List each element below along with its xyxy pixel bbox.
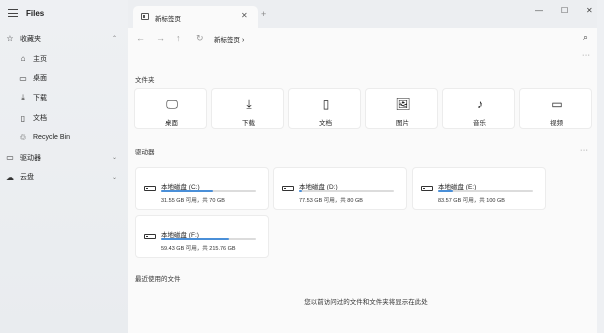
desktop-icon: 🖵 — [166, 96, 178, 111]
cloud-icon: ☁ — [6, 172, 14, 182]
download-icon: ⤓ — [246, 96, 252, 111]
close-icon[interactable]: ✕ — [241, 11, 248, 20]
sidebar-item-label: 驱动器 — [20, 154, 41, 162]
folder-card-documents[interactable]: ▯ 文档 — [288, 88, 361, 129]
folder-label: 文档 — [319, 120, 332, 127]
recycle-bin-icon: ♲ — [19, 133, 27, 143]
sidebar-item-downloads[interactable]: ⤓ 下载 — [0, 88, 128, 108]
breadcrumb-item[interactable]: 新标签页 — [214, 37, 240, 44]
sidebar-item-cloud[interactable]: ☁ 云盘 ⌄ — [0, 168, 128, 188]
home-content: ··· 文件夹 🖵 桌面 ⤓ 下载 ▯ 文档 🖼 图片 ♪ 音乐 ▭ 视频 驱动… — [128, 50, 604, 333]
window-edge — [597, 0, 604, 333]
files-window: Files ☆ 收藏夹 ⌃ ⌂ 主页 ▭ 桌面 ⤓ 下载 ▯ 文档 ♲ Recy… — [0, 0, 604, 333]
sidebar-item-drives[interactable]: ▭ 驱动器 ⌄ — [0, 148, 128, 168]
chevron-down-icon[interactable]: ⌄ — [112, 154, 117, 161]
drive-usage-bar — [161, 238, 256, 240]
folder-label: 下载 — [242, 120, 255, 127]
folder-label: 图片 — [396, 120, 409, 127]
sidebar-item-label: 桌面 — [33, 75, 47, 83]
recent-files-section-title: 最近使用的文件 — [135, 276, 181, 283]
sidebar-item-label: Recycle Bin — [33, 134, 70, 142]
drive-icon — [144, 234, 156, 239]
sidebar-item-label: 文档 — [33, 115, 47, 123]
drive-usage-bar — [438, 190, 533, 192]
app-title: Files — [26, 9, 45, 18]
sidebar-item-label: 下载 — [33, 95, 47, 103]
main-pane: 新标签页 ✕ + — ☐ ✕ ← → ↑ ↻ 新标签页 › ⌕ ··· 文件夹 🖵 — [128, 0, 604, 333]
address-bar: ← → ↑ ↻ 新标签页 › ⌕ — [128, 28, 604, 50]
drive-usage-bar — [299, 190, 394, 192]
document-icon: ▯ — [20, 113, 26, 123]
sidebar-item-home[interactable]: ⌂ 主页 — [0, 49, 128, 69]
drive-card-d[interactable]: 本地磁盘 (D:) 77.53 GB 可用，共 80 GB — [273, 167, 407, 210]
sidebar-item-favorites[interactable]: ☆ 收藏夹 ⌃ — [0, 29, 128, 49]
add-tab-button[interactable]: + — [261, 9, 266, 19]
desktop-icon: ▭ — [19, 73, 27, 83]
drive-usage-fill — [161, 190, 214, 192]
tab-label: 新标签页 — [155, 16, 181, 23]
folder-card-videos[interactable]: ▭ 视频 — [519, 88, 592, 129]
up-button[interactable]: ↑ — [176, 33, 181, 43]
sidebar-item-label: 云盘 — [20, 174, 34, 182]
drives-section-title: 驱动器 — [135, 149, 155, 156]
sidebar-item-recycle-bin[interactable]: ♲ Recycle Bin — [0, 128, 128, 148]
drive-usage-fill — [299, 190, 302, 192]
refresh-button[interactable]: ↻ — [196, 33, 204, 44]
folder-card-downloads[interactable]: ⤓ 下载 — [211, 88, 284, 129]
drive-usage-bar — [161, 190, 256, 192]
drive-space: 83.57 GB 可用，共 100 GB — [438, 198, 505, 204]
chevron-down-icon[interactable]: ⌄ — [112, 174, 117, 181]
drive-space: 59.43 GB 可用，共 215.76 GB — [161, 246, 236, 252]
more-options-button[interactable]: ··· — [580, 147, 589, 154]
folders-section-title: 文件夹 — [135, 77, 155, 84]
drive-usage-fill — [161, 238, 230, 240]
breadcrumb[interactable]: 新标签页 › — [214, 34, 244, 44]
drive-icon — [282, 186, 294, 191]
back-button[interactable]: ← — [136, 33, 145, 43]
sidebar-item-label: 主页 — [33, 55, 47, 63]
drive-space: 77.53 GB 可用，共 80 GB — [299, 198, 363, 204]
drive-icon — [421, 186, 433, 191]
folder-label: 音乐 — [473, 120, 486, 127]
chevron-right-icon[interactable]: › — [242, 37, 244, 44]
drive-usage-fill — [438, 190, 454, 192]
more-options-button[interactable]: ··· — [582, 52, 591, 59]
folder-label: 视频 — [550, 120, 563, 127]
home-icon: ⌂ — [20, 54, 26, 64]
chevron-up-icon[interactable]: ⌃ — [112, 35, 117, 42]
sidebar-item-desktop[interactable]: ▭ 桌面 — [0, 69, 128, 89]
search-icon[interactable]: ⌕ — [583, 32, 588, 43]
drive-card-c[interactable]: 本地磁盘 (C:) 31.55 GB 可用，共 70 GB — [135, 167, 269, 210]
sidebar-header: Files — [0, 0, 128, 28]
video-icon: ▭ — [551, 97, 563, 111]
sidebar-item-label: 收藏夹 — [20, 35, 41, 43]
forward-button[interactable]: → — [156, 33, 165, 43]
recent-files-empty-message: 您以前访问过的文件和文件夹将显示在此处 — [304, 299, 428, 306]
drive-icon: ▭ — [6, 153, 14, 163]
drive-card-e[interactable]: 本地磁盘 (E:) 83.57 GB 可用，共 100 GB — [412, 167, 546, 210]
music-icon: ♪ — [477, 97, 483, 111]
sidebar-nav: ☆ 收藏夹 ⌃ ⌂ 主页 ▭ 桌面 ⤓ 下载 ▯ 文档 ♲ Recycle Bi… — [0, 29, 128, 187]
sidebar-item-documents[interactable]: ▯ 文档 — [0, 108, 128, 128]
minimize-button[interactable]: — — [535, 6, 543, 15]
close-button[interactable]: ✕ — [586, 6, 593, 15]
drive-space: 31.55 GB 可用，共 70 GB — [161, 198, 225, 204]
folder-card-music[interactable]: ♪ 音乐 — [442, 88, 515, 129]
folder-card-pictures[interactable]: 🖼 图片 — [365, 88, 438, 129]
sidebar: Files ☆ 收藏夹 ⌃ ⌂ 主页 ▭ 桌面 ⤓ 下载 ▯ 文档 ♲ Recy… — [0, 0, 128, 333]
picture-icon: 🖼 — [395, 97, 411, 111]
drive-icon — [144, 186, 156, 191]
tab-bar: 新标签页 ✕ + — ☐ ✕ — [128, 0, 604, 28]
hamburger-menu-icon[interactable] — [8, 9, 18, 17]
folder-label: 桌面 — [165, 120, 178, 127]
tab-new-tab[interactable]: 新标签页 ✕ — [133, 6, 258, 28]
drive-card-f[interactable]: 本地磁盘 (F:) 59.43 GB 可用，共 215.76 GB — [135, 215, 269, 258]
download-icon: ⤓ — [21, 93, 25, 103]
folder-card-desktop[interactable]: 🖵 桌面 — [134, 88, 207, 129]
document-icon: ▯ — [322, 97, 330, 111]
star-icon: ☆ — [6, 34, 14, 44]
tab-icon — [141, 13, 149, 20]
maximize-button[interactable]: ☐ — [561, 6, 568, 15]
